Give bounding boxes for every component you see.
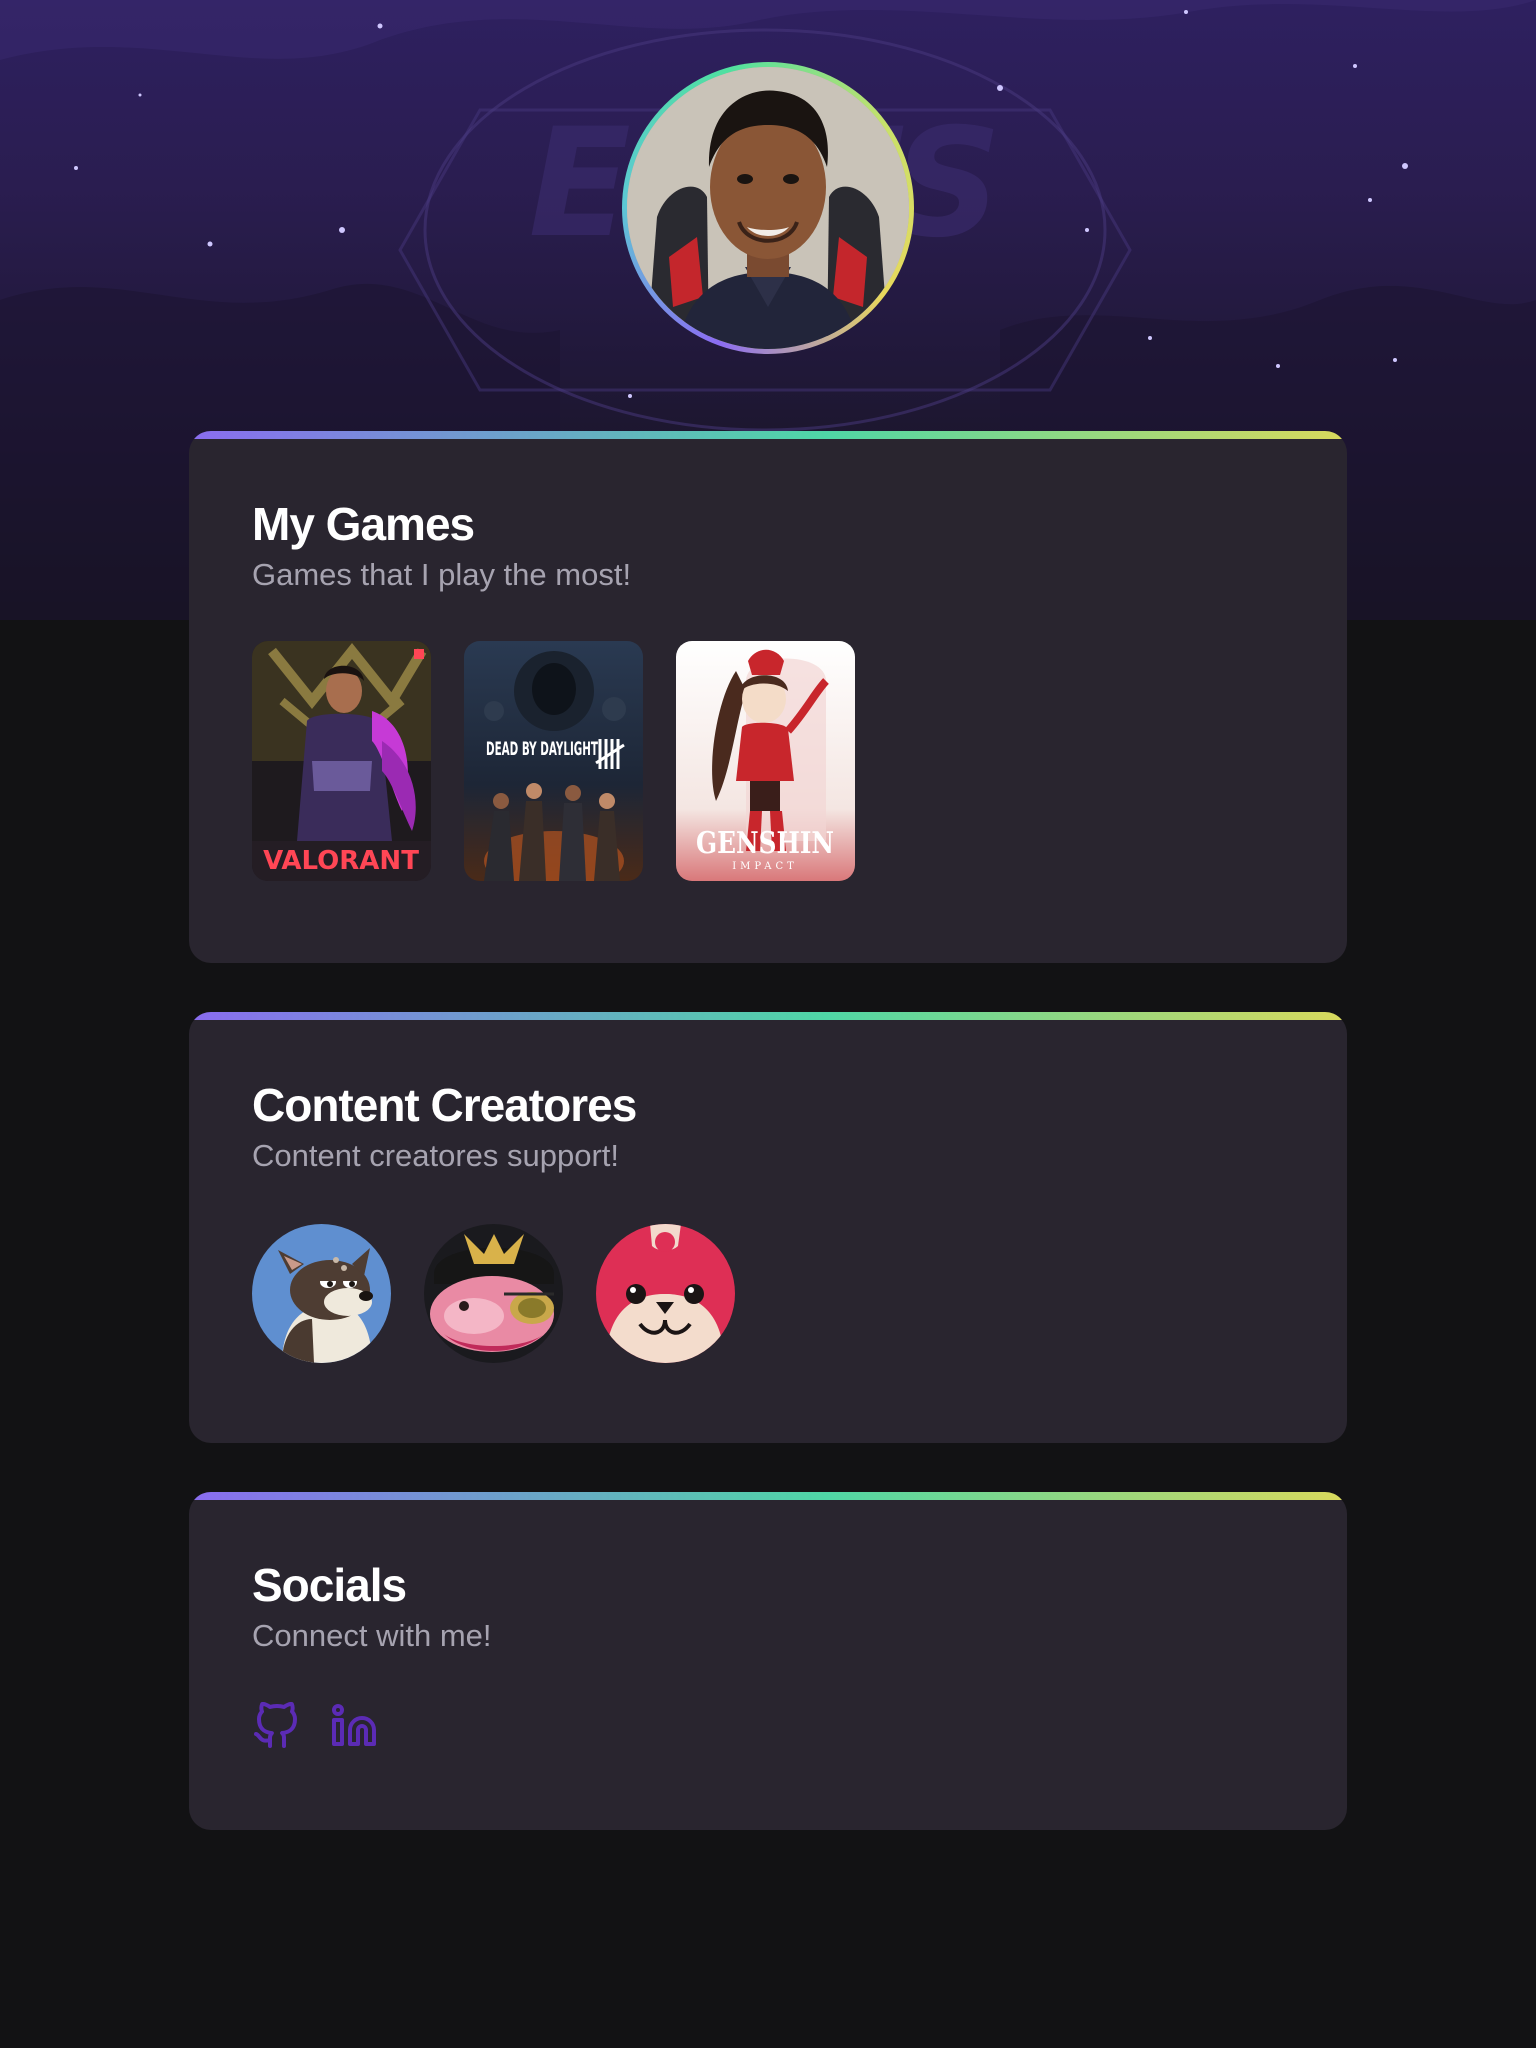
- profile-photo: [627, 67, 909, 349]
- valorant-cover: VALORANT: [252, 641, 431, 881]
- game-card-genshin-impact[interactable]: GENSHIN IMPACT: [676, 641, 855, 881]
- pirate-avatar-icon: [424, 1224, 563, 1363]
- linkedin-link[interactable]: [330, 1702, 378, 1750]
- genshin-logo-subtext: IMPACT: [732, 861, 798, 872]
- game-card-dead-by-daylight[interactable]: DEAD BY DAYLIGHT: [464, 641, 643, 881]
- creators-subtitle: Content creatores support!: [252, 1138, 620, 1173]
- creators-card: Content Creatores Content creatores supp…: [189, 1012, 1347, 1443]
- creator-avatar-3[interactable]: [596, 1224, 735, 1363]
- dead-by-daylight-cover: DEAD BY DAYLIGHT: [464, 641, 643, 881]
- creator-avatar-2[interactable]: [424, 1224, 563, 1363]
- socials-subtitle: Connect with me!: [252, 1618, 492, 1653]
- genshin-impact-cover: GENSHIN IMPACT: [676, 641, 855, 881]
- creators-list: [252, 1224, 1284, 1363]
- socials-title: Socials: [252, 1559, 407, 1611]
- github-link[interactable]: [252, 1701, 300, 1750]
- linkedin-icon: [332, 1704, 376, 1746]
- creators-title: Content Creatores: [252, 1079, 637, 1131]
- github-icon: [254, 1701, 297, 1748]
- genshin-logo-text: GENSHIN: [696, 826, 834, 861]
- creator-avatar-1[interactable]: [252, 1224, 391, 1363]
- profile-avatar-ring: [622, 62, 914, 354]
- valorant-logo-text: VALORANT: [263, 846, 419, 876]
- socials-card: Socials Connect with me!: [189, 1492, 1347, 1830]
- games-title: My Games: [252, 498, 475, 550]
- dog-avatar-icon: [252, 1224, 391, 1363]
- game-card-valorant[interactable]: VALORANT: [252, 641, 431, 881]
- profile-avatar: [627, 67, 909, 349]
- games-card: My Games Games that I play the most! VAL…: [189, 431, 1347, 963]
- red-mascot-avatar-icon: [596, 1224, 735, 1363]
- games-list: VALORANT DEAD BY DAYLIGHT GENSHIN IMPACT: [252, 641, 1284, 881]
- dead-by-daylight-logo-text: DEAD BY DAYLIGHT: [486, 738, 598, 760]
- socials-list: [252, 1701, 1284, 1750]
- games-subtitle: Games that I play the most!: [252, 557, 632, 592]
